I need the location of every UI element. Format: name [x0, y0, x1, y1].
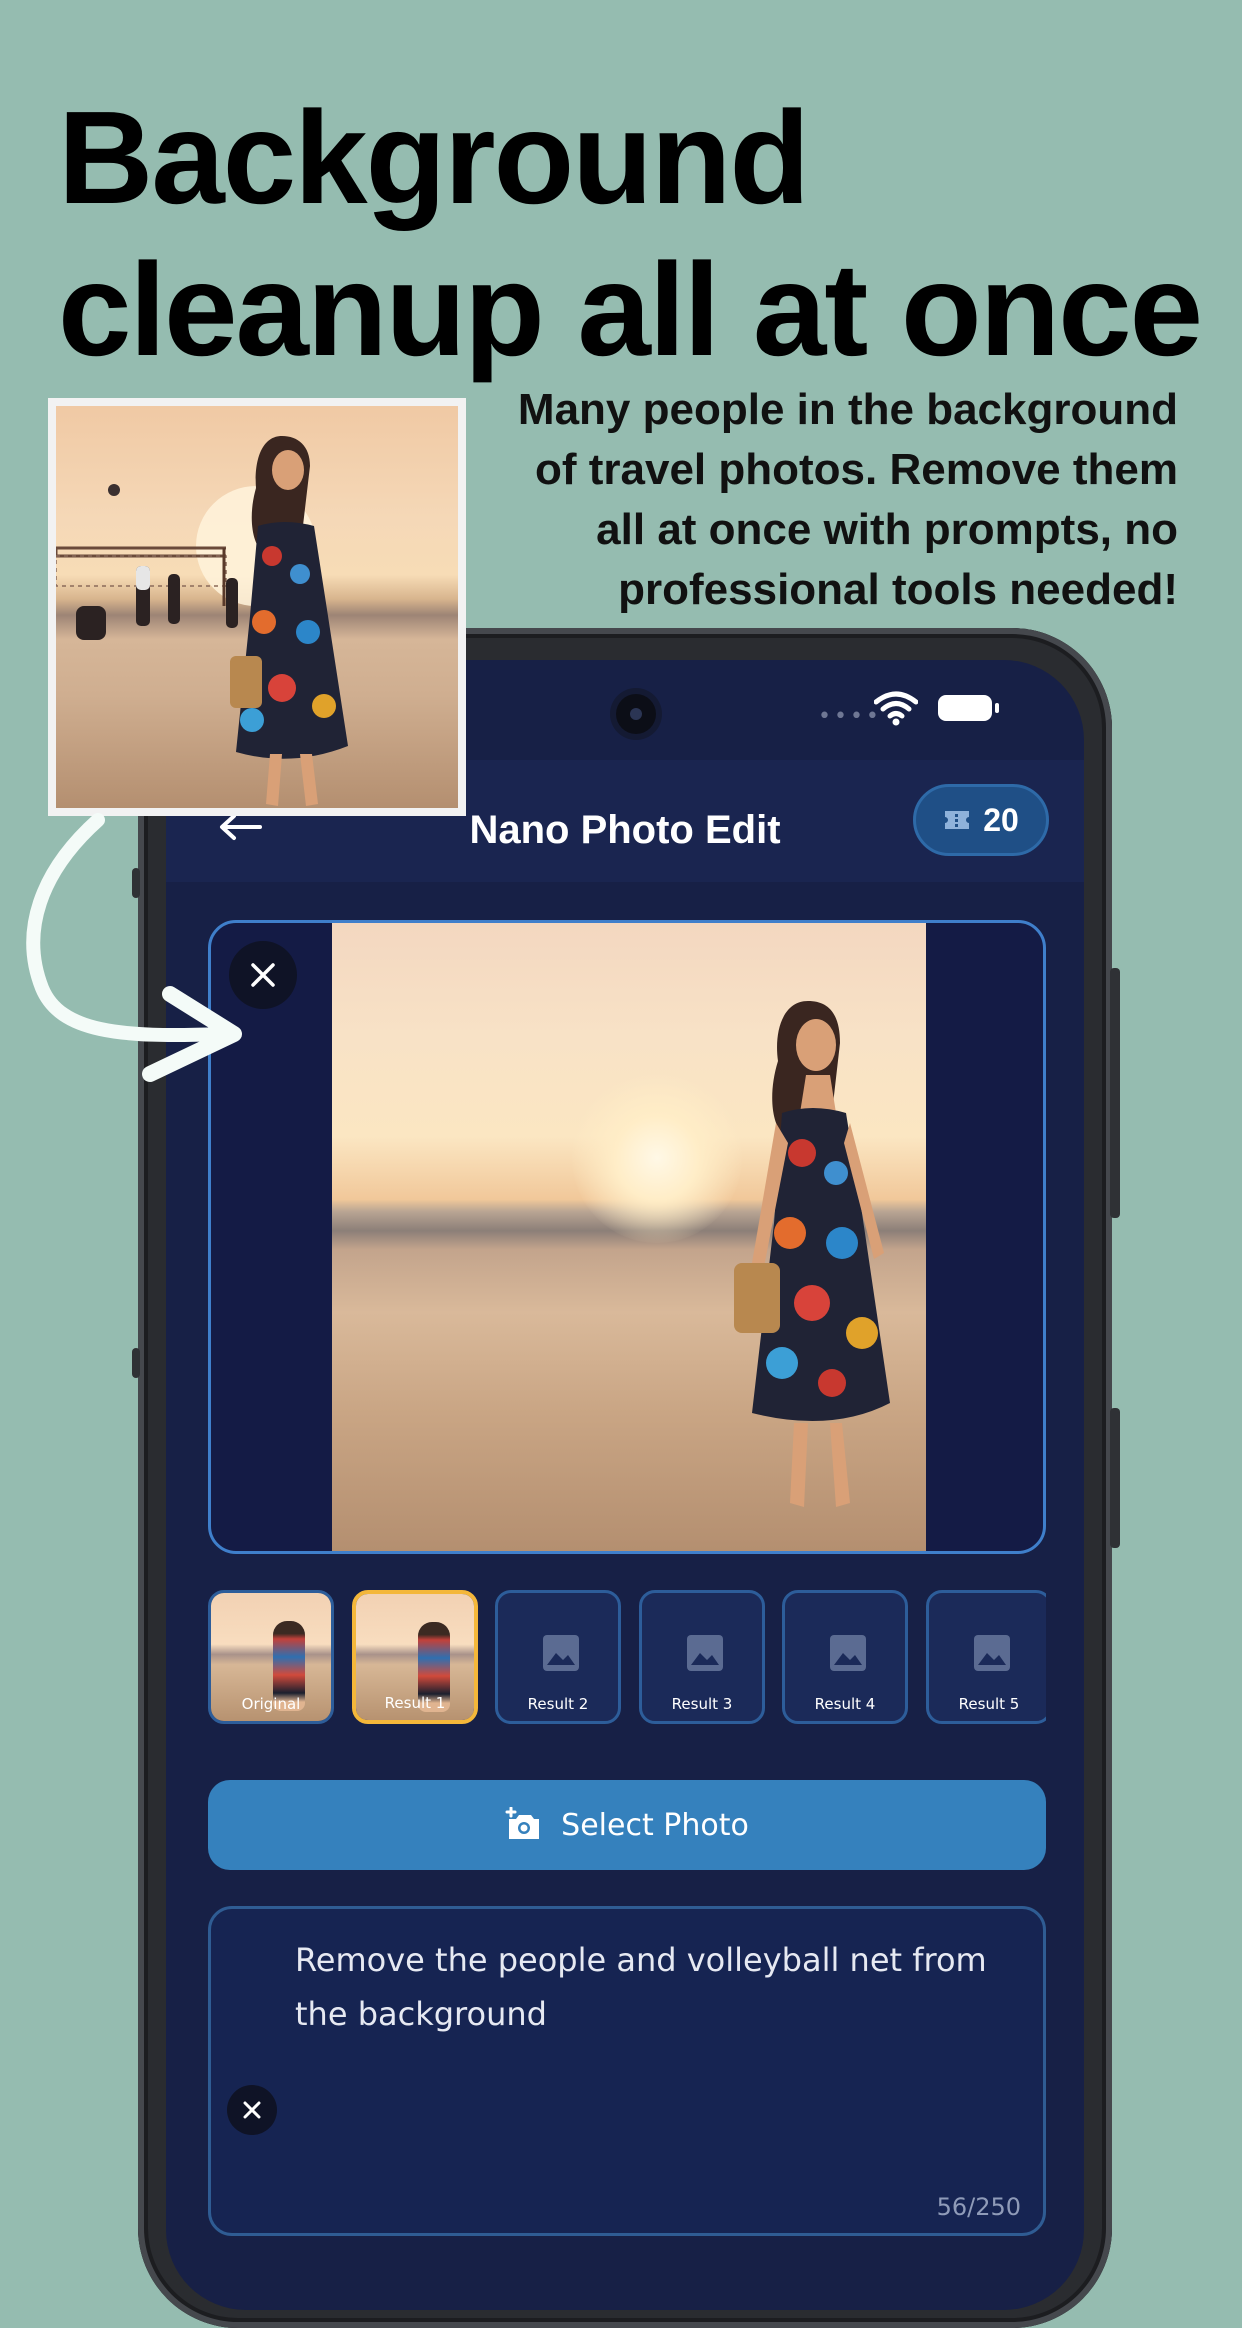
image-placeholder-icon: [830, 1635, 866, 1671]
ticket-icon: [945, 811, 970, 829]
thumbnail-label: Original: [241, 1695, 301, 1713]
headline: Background cleanup all at once: [58, 82, 1208, 386]
edited-photo: [332, 923, 926, 1551]
close-icon: [243, 2101, 261, 2119]
battery-icon: [938, 695, 999, 721]
curved-arrow-icon: [26, 813, 242, 1082]
subhead-line: of travel photos. Remove them: [534, 445, 1178, 494]
phone-frame: •••• Nano Photo Edit 20 Original Result …: [132, 628, 1120, 2328]
signal-dots: ••••: [818, 704, 882, 729]
photo-subject-woman: [734, 1001, 890, 1507]
thumbnail-result-1[interactable]: Result 1: [352, 1590, 478, 1724]
phone-screen: •••• Nano Photo Edit 20 Original Result …: [166, 660, 1084, 2310]
thumbnail-result-4[interactable]: Result 4: [782, 1590, 908, 1724]
thumbnail-original[interactable]: Original: [208, 1590, 334, 1724]
image-placeholder-icon: [974, 1635, 1010, 1671]
image-placeholder-icon: [543, 1635, 579, 1671]
phone-volume-button: [1110, 968, 1120, 1218]
image-placeholder-icon: [687, 1635, 723, 1671]
credits-badge[interactable]: 20: [913, 784, 1049, 856]
select-photo-label: Select Photo: [561, 1807, 749, 1843]
headline-line-1: Background: [58, 84, 810, 231]
thumbnail-label: Result 4: [814, 1695, 876, 1713]
thumbnail-label: Result 3: [671, 1695, 733, 1713]
prompt-input[interactable]: Remove the people and volleyball net fro…: [208, 1906, 1046, 2236]
thumbnail-result-5[interactable]: Result 5: [926, 1590, 1046, 1724]
front-camera: [616, 694, 656, 734]
original-photo: [56, 406, 458, 808]
phone-power-button: [1110, 1408, 1120, 1548]
close-icon: [251, 963, 275, 987]
image-preview: [208, 920, 1046, 1554]
clear-prompt-button[interactable]: [227, 2085, 277, 2135]
subhead-line: professional tools needed!: [618, 565, 1178, 614]
subhead: Many people in the background of travel …: [458, 380, 1178, 620]
thumbnail-label: Result 5: [958, 1695, 1020, 1713]
subhead-line: Many people in the background: [517, 385, 1178, 434]
original-photo-card: [48, 398, 466, 816]
original-photo-scene: [56, 436, 348, 806]
wifi-icon: [874, 691, 918, 726]
phone-side-button: [132, 1348, 140, 1378]
thumbnail-label: Result 2: [527, 1695, 589, 1713]
add-photo-camera-icon: [505, 1807, 540, 1839]
select-photo-button[interactable]: Select Photo: [208, 1780, 1046, 1870]
subhead-line: all at once with prompts, no: [596, 505, 1178, 554]
prompt-text[interactable]: Remove the people and volleyball net fro…: [295, 1933, 1015, 2041]
headline-line-2: cleanup all at once: [58, 236, 1203, 383]
credits-count: 20: [983, 801, 1019, 838]
result-thumbnails: Original Result 1 Result 2 Result 3 Resu…: [208, 1590, 1046, 1724]
character-counter: 56/250: [936, 2193, 1021, 2221]
thumbnail-label: Result 1: [384, 1694, 446, 1712]
thumbnail-result-3[interactable]: Result 3: [639, 1590, 765, 1724]
thumbnail-result-2[interactable]: Result 2: [495, 1590, 621, 1724]
